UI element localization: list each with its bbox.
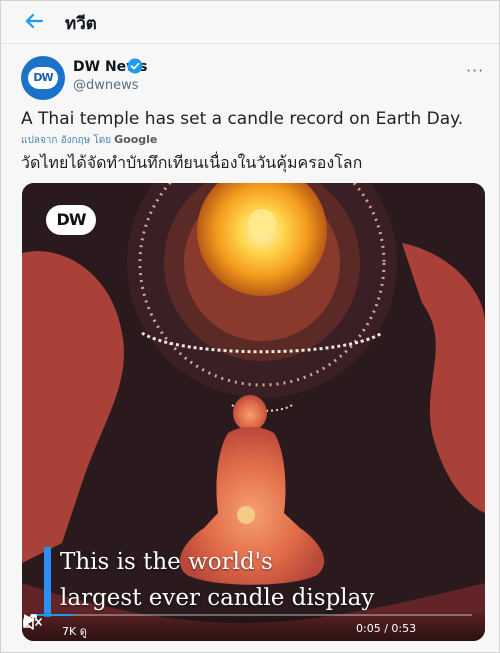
avatar-logo: DW (28, 67, 58, 89)
verified-badge-icon (127, 58, 143, 74)
tweet-text: A Thai temple has set a candle record on… (21, 109, 464, 129)
tweet-page: ทวีต DW DW News @dwnews ··· A Thai templ… (0, 0, 500, 653)
caption-accent-bar (44, 547, 51, 617)
dw-logo: DW (46, 205, 96, 235)
time-display: 0:05 / 0:53 (356, 622, 417, 635)
back-arrow-icon[interactable] (23, 10, 45, 32)
view-count: 7K ดู (62, 625, 87, 638)
caption-line-2: largest ever candle display (60, 585, 375, 611)
top-bar: ทวีต (1, 1, 499, 44)
translated-text: วัดไทยได้จัดทำบันทึกเทียนเนื่องในวันคุ้ม… (21, 153, 363, 172)
page-title: ทวีต (65, 14, 97, 34)
progress-track[interactable] (34, 614, 472, 616)
google-logo: Google (114, 133, 158, 146)
translate-label: แปลจาก อังกฤษ โดย (21, 135, 112, 146)
video-player[interactable]: DW This is the world's largest ever cand… (22, 183, 485, 641)
author-handle[interactable]: @dwnews (73, 78, 139, 93)
avatar[interactable]: DW (21, 56, 65, 100)
video-controls: 7K ดู 0:05 / 0:53 (22, 613, 485, 641)
caption-line-1: This is the world's (60, 549, 273, 575)
translation-attribution[interactable]: แปลจาก อังกฤษ โดย Google (21, 133, 157, 148)
fullscreen-icon[interactable] (22, 613, 38, 629)
more-options-button[interactable]: ··· (466, 61, 484, 80)
